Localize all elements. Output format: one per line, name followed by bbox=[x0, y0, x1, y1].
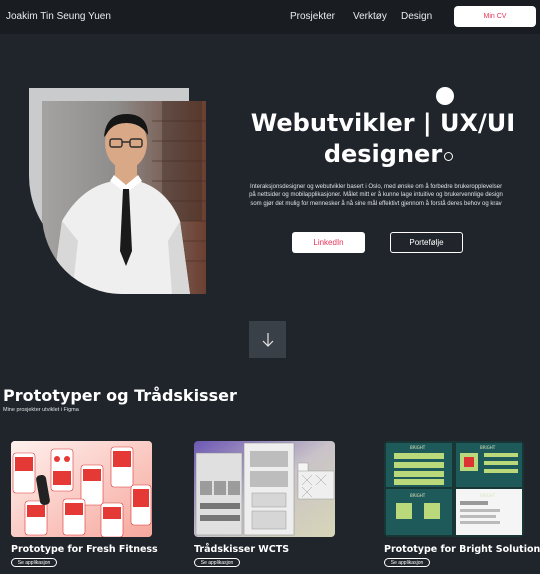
cv-button[interactable]: Min CV bbox=[454, 6, 536, 27]
hero-title-line2: designer bbox=[323, 140, 443, 168]
arrow-down-icon bbox=[262, 332, 273, 347]
card-button-fresh-fitness[interactable]: Se applikasjon bbox=[11, 558, 57, 567]
project-card-wcts[interactable] bbox=[194, 441, 335, 537]
portfolio-button[interactable]: Portefølje bbox=[390, 232, 463, 253]
wcts-thumbnail bbox=[194, 441, 335, 537]
hero-description: Interaksjonsdesigner og webutvikler base… bbox=[249, 184, 503, 207]
nav-link-prosjekter[interactable]: Prosjekter bbox=[290, 11, 335, 22]
section-title: Prototyper og Trådskisser bbox=[3, 386, 237, 405]
section-subtitle: Mine prosjekter utviklet i Figma bbox=[3, 407, 79, 413]
card-title-bright-solutions: Prototype for Bright Solutions bbox=[384, 544, 540, 555]
fresh-fitness-thumbnail bbox=[11, 441, 152, 537]
card-title-fresh-fitness: Prototype for Fresh Fitness bbox=[11, 544, 158, 555]
bright-logo-2: BRIGHT bbox=[480, 445, 496, 450]
card-button-bright-solutions[interactable]: Se applikasjon bbox=[384, 558, 430, 567]
bright-logo-1: BRIGHT bbox=[410, 445, 426, 450]
hero-title-line1: Webutvikler | UX/UI bbox=[250, 109, 516, 137]
card-title-wcts: Trådskisser WCTS bbox=[194, 544, 290, 555]
profile-photo bbox=[42, 101, 206, 294]
card-button-wcts[interactable]: Se applikasjon bbox=[194, 558, 240, 567]
decor-dot bbox=[436, 87, 454, 105]
bright-logo-4: BRIGHT bbox=[480, 493, 496, 498]
scroll-down-button[interactable] bbox=[249, 321, 286, 358]
linkedin-button[interactable]: LinkedIn bbox=[292, 232, 365, 253]
project-card-fresh-fitness[interactable] bbox=[11, 441, 152, 537]
bright-logo-3: BRIGHT bbox=[410, 493, 426, 498]
nav-link-verktoy[interactable]: Verktøy bbox=[353, 11, 387, 22]
brand-name[interactable]: Joakim Tin Seung Yuen bbox=[6, 11, 111, 22]
navbar: Joakim Tin Seung Yuen Prosjekter Verktøy… bbox=[0, 0, 540, 34]
bright-solutions-thumbnail: BRIGHT BRIGHT BRIGHT BRIGHT bbox=[384, 441, 524, 537]
project-card-bright-solutions[interactable]: BRIGHT BRIGHT BRIGHT BRIGHT bbox=[384, 441, 524, 537]
hero-title: Webutvikler | UX/UI designer bbox=[238, 108, 528, 170]
nav-link-design[interactable]: Design bbox=[401, 11, 432, 22]
